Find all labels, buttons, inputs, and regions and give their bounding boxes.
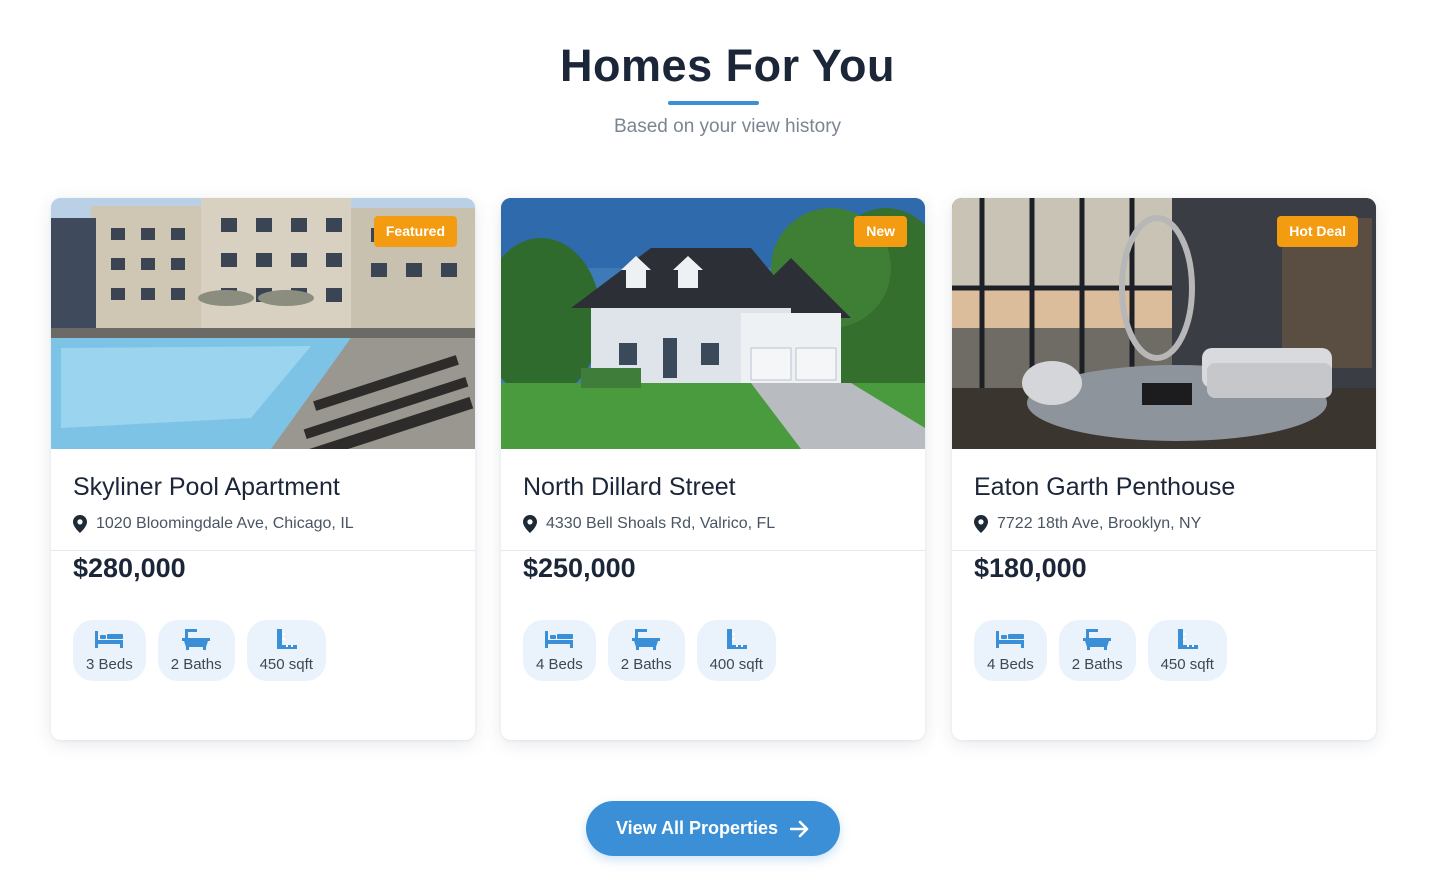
ruler-icon xyxy=(277,629,298,649)
feature-baths-label: 2 Baths xyxy=(1071,656,1123,673)
address-text: 1020 Bloomingdale Ave, Chicago, IL xyxy=(96,515,354,532)
feature-area: 450 sqft xyxy=(1147,620,1227,681)
bed-icon xyxy=(545,631,574,648)
property-image[interactable]: Featured xyxy=(51,198,475,449)
feature-area: 450 sqft xyxy=(246,620,326,681)
feature-beds-label: 3 Beds xyxy=(86,656,133,673)
bathtub-icon xyxy=(182,629,211,650)
feature-beds: 3 Beds xyxy=(73,620,146,681)
map-pin-icon xyxy=(73,515,87,533)
feature-beds-label: 4 Beds xyxy=(987,656,1034,673)
map-pin-icon xyxy=(974,515,988,533)
feature-area: 400 sqft xyxy=(696,620,776,681)
page-subtitle: Based on your view history xyxy=(613,116,842,137)
card-divider xyxy=(952,550,1376,551)
property-features: 4 Beds 2 Baths 400 sqft xyxy=(523,620,776,681)
ruler-icon xyxy=(1178,629,1199,649)
bed-icon xyxy=(996,631,1025,648)
feature-baths-label: 2 Baths xyxy=(170,656,222,673)
card-divider xyxy=(51,550,475,551)
property-image[interactable]: New xyxy=(501,198,925,449)
feature-area-label: 400 sqft xyxy=(709,656,763,673)
property-card[interactable]: New North Dillard Street 4330 Bell Shoal… xyxy=(501,198,925,740)
page-title: Homes For You xyxy=(560,40,895,91)
property-price: $280,000 xyxy=(73,553,186,583)
feature-baths: 2 Baths xyxy=(1058,620,1136,681)
listing-badge: Hot Deal xyxy=(1277,216,1358,247)
property-address: 7722 18th Ave, Brooklyn, NY xyxy=(974,515,1201,533)
feature-baths-label: 2 Baths xyxy=(620,656,672,673)
property-title[interactable]: Eaton Garth Penthouse xyxy=(974,473,1235,502)
view-all-label: View All Properties xyxy=(615,818,779,838)
property-price: $250,000 xyxy=(523,553,636,583)
bathtub-icon xyxy=(632,629,661,650)
bed-icon xyxy=(95,631,124,648)
property-card[interactable]: Hot Deal Eaton Garth Penthouse 7722 18th… xyxy=(952,198,1376,740)
property-address: 4330 Bell Shoals Rd, Valrico, FL xyxy=(523,515,775,533)
feature-area-label: 450 sqft xyxy=(1160,656,1214,673)
address-text: 7722 18th Ave, Brooklyn, NY xyxy=(997,515,1202,532)
property-address: 1020 Bloomingdale Ave, Chicago, IL xyxy=(73,515,354,533)
ruler-icon xyxy=(727,629,748,649)
feature-beds: 4 Beds xyxy=(974,620,1047,681)
view-all-properties-button[interactable]: View All Properties xyxy=(586,801,840,856)
bathtub-icon xyxy=(1083,629,1112,650)
address-text: 4330 Bell Shoals Rd, Valrico, FL xyxy=(546,515,776,532)
property-image[interactable]: Hot Deal xyxy=(952,198,1376,449)
property-features: 3 Beds 2 Baths 450 sqft xyxy=(73,620,326,681)
property-title[interactable]: Skyliner Pool Apartment xyxy=(73,473,340,502)
listing-badge: Featured xyxy=(373,216,457,247)
listing-badge: New xyxy=(854,216,907,247)
feature-beds: 4 Beds xyxy=(523,620,596,681)
title-underline xyxy=(668,101,759,105)
feature-baths: 2 Baths xyxy=(607,620,685,681)
property-card[interactable]: Featured Skyliner Pool Apartment 1020 Bl… xyxy=(51,198,475,740)
feature-baths: 2 Baths xyxy=(157,620,235,681)
property-title[interactable]: North Dillard Street xyxy=(523,473,736,502)
arrow-right-icon xyxy=(790,820,809,837)
feature-beds-label: 4 Beds xyxy=(536,656,583,673)
property-features: 4 Beds 2 Baths 450 sqft xyxy=(974,620,1227,681)
property-price: $180,000 xyxy=(974,553,1087,583)
feature-area-label: 450 sqft xyxy=(259,656,313,673)
map-pin-icon xyxy=(523,515,537,533)
card-divider xyxy=(501,550,925,551)
